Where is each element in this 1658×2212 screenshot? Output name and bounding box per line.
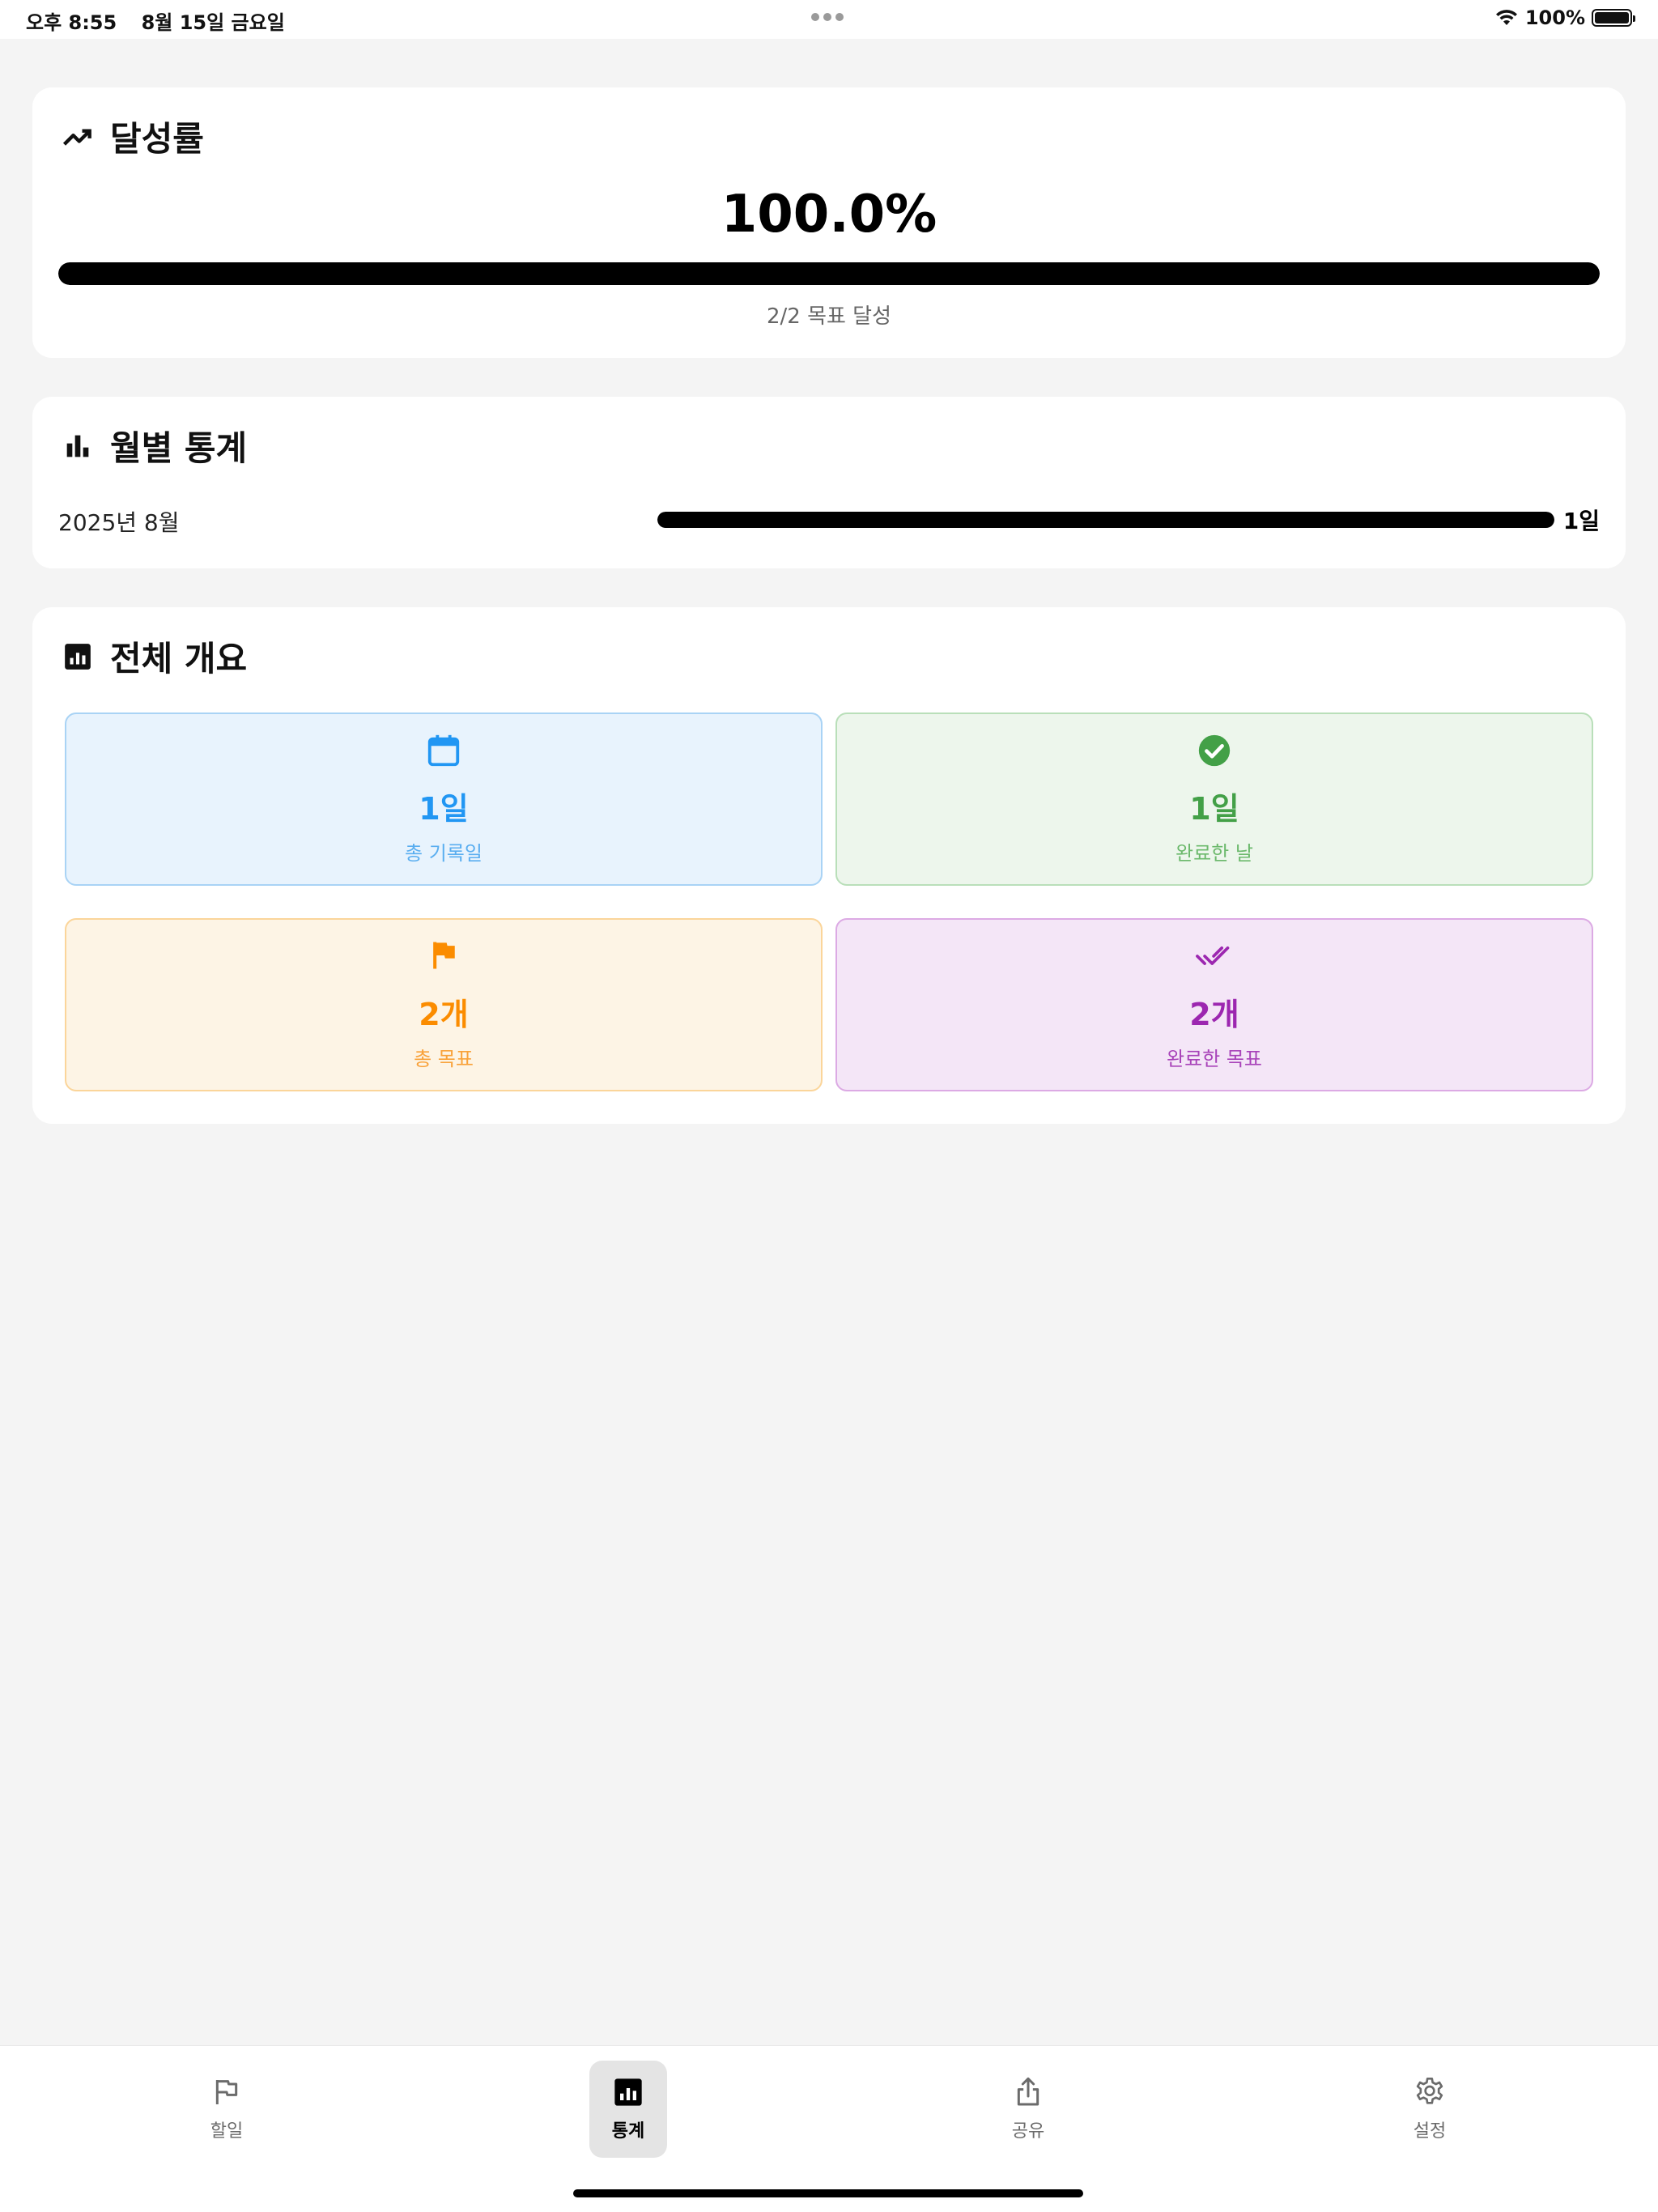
month-bar-fill xyxy=(657,512,1554,528)
achievement-title-text: 달성률 xyxy=(110,119,204,159)
monthly-title-text: 월별 통계 xyxy=(110,428,248,468)
flag-outline-icon xyxy=(215,2080,238,2104)
check-circle-icon xyxy=(1198,734,1231,767)
overview-title-text: 전체 개요 xyxy=(110,639,248,678)
chart-box-icon xyxy=(60,639,96,674)
total-goals-label: 총 목표 xyxy=(414,1048,474,1070)
total-goals-tile: 2개 총 목표 xyxy=(65,918,823,1091)
achievement-progress-bar xyxy=(58,262,1600,285)
total-days-tile: 1일 총 기록일 xyxy=(65,713,823,886)
tab-todo-label: 할일 xyxy=(210,2121,244,2142)
multitasking-dots[interactable] xyxy=(811,13,844,21)
total-days-label: 총 기록일 xyxy=(405,842,483,865)
completed-days-value: 1일 xyxy=(1189,791,1239,827)
monthly-title: 월별 통계 xyxy=(60,421,247,470)
completed-days-tile: 1일 완료한 날 xyxy=(835,713,1593,886)
battery-percent: 100% xyxy=(1524,6,1585,29)
wifi-icon xyxy=(1495,10,1517,25)
completed-goals-label: 완료한 목표 xyxy=(1166,1048,1263,1070)
status-bar: 오후 8:55 8월 15일 금요일 100% xyxy=(0,0,1658,39)
achievement-percent: 100.0% xyxy=(721,185,937,245)
total-days-value: 1일 xyxy=(419,791,469,827)
gear-icon xyxy=(1416,2078,1443,2104)
monthly-stats-card: 월별 통계 2025년 8월 1일 xyxy=(32,397,1626,568)
double-check-icon xyxy=(1196,946,1230,965)
tab-settings[interactable]: 설정 xyxy=(1391,2061,1469,2158)
status-time-date: 오후 8:55 8월 15일 금요일 xyxy=(26,6,303,35)
calendar-icon xyxy=(427,734,460,767)
month-label: 2025년 8월 xyxy=(58,509,180,536)
tab-settings-label: 설정 xyxy=(1413,2121,1447,2142)
achievement-card: 달성률 100.0% 2/2 목표 달성 xyxy=(32,87,1626,358)
tab-stats[interactable]: 통계 xyxy=(589,2061,667,2158)
achievement-progress-fill xyxy=(58,262,1600,285)
status-time: 오후 8:55 xyxy=(26,11,117,34)
status-indicators: 100% xyxy=(1494,6,1635,29)
achievement-caption: 2/2 목표 달성 xyxy=(766,304,892,329)
month-value: 1일 xyxy=(1562,508,1600,534)
tab-stats-label: 통계 xyxy=(611,2121,645,2142)
month-bar xyxy=(657,512,1554,528)
overview-card: 전체 개요 1일 총 기록일 1일 완료한 날 2개 총 목표 2개 완료한 목… xyxy=(32,607,1626,1124)
achievement-title: 달성률 xyxy=(60,112,204,161)
completed-days-label: 완료한 날 xyxy=(1175,842,1253,865)
monthly-row: 2025년 8월 1일 xyxy=(58,502,1600,536)
total-goals-value: 2개 xyxy=(419,997,469,1032)
completed-goals-tile: 2개 완료한 목표 xyxy=(835,918,1593,1091)
tab-todo[interactable]: 할일 xyxy=(188,2061,266,2158)
completed-goals-value: 2개 xyxy=(1189,997,1239,1032)
status-date: 8월 15일 금요일 xyxy=(141,11,285,34)
share-icon xyxy=(1017,2077,1039,2106)
battery-icon xyxy=(1592,9,1635,27)
home-indicator xyxy=(573,2189,1083,2197)
chart-box-icon xyxy=(614,2078,642,2106)
bar-chart-icon xyxy=(60,428,96,464)
trending-up-icon xyxy=(60,119,96,155)
overview-title: 전체 개요 xyxy=(60,632,247,681)
bottom-tab-bar: 할일 통계 공유 설정 xyxy=(0,2045,1658,2212)
flag-icon xyxy=(433,942,455,969)
tab-share-label: 공유 xyxy=(1011,2121,1045,2142)
tab-share[interactable]: 공유 xyxy=(989,2061,1067,2158)
